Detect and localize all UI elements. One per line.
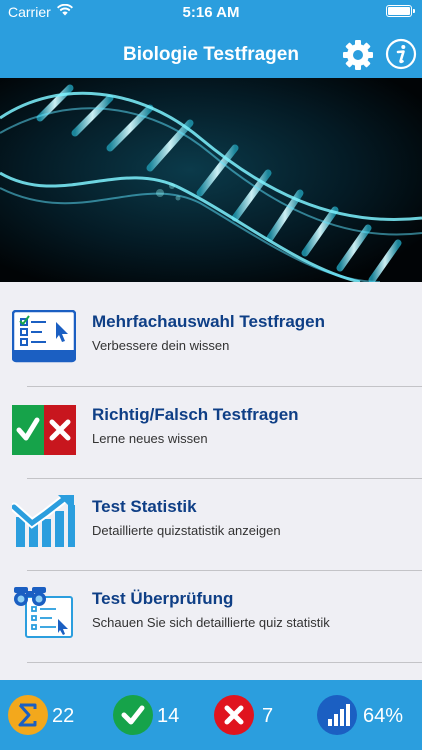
- menu-item-title: Mehrfachauswahl Testfragen: [92, 312, 326, 331]
- battery-icon: [386, 5, 415, 17]
- menu-item-title: Test Überprüfung: [92, 589, 234, 608]
- top-bar: Carrier 5:16 AM Biologie Testfragen: [0, 0, 422, 78]
- info-icon[interactable]: [385, 38, 417, 70]
- menu-item-subtitle: Detaillierte quizstatistik anzeigen: [92, 523, 281, 538]
- review-binoculars-icon: [14, 587, 73, 638]
- true-false-icon: [12, 405, 76, 455]
- menu-item-multiple-choice[interactable]: Mehrfachauswahl Testfragen Verbessere de…: [0, 282, 422, 374]
- divider: [27, 662, 422, 663]
- menu-item-review[interactable]: Test Überprüfung Schauen Sie sich detail…: [0, 571, 422, 663]
- menu-item-title: Test Statistik: [92, 497, 197, 516]
- stat-total-value: 22: [52, 705, 75, 727]
- dna-helix-icon: [0, 78, 422, 282]
- hero-dna-image: [0, 78, 422, 282]
- gear-icon[interactable]: [341, 38, 375, 72]
- check-icon: [113, 695, 153, 735]
- multiple-choice-icon: [12, 310, 76, 363]
- cross-icon: [214, 695, 254, 735]
- status-bar: Carrier 5:16 AM: [0, 0, 422, 24]
- stat-correct-value: 14: [157, 705, 180, 727]
- menu-item-subtitle: Schauen Sie sich detaillierte quiz stati…: [92, 615, 330, 630]
- menu-item-subtitle: Verbessere dein wissen: [92, 338, 230, 353]
- stats-bar: 22 14 7 64%: [0, 680, 422, 750]
- menu-item-statistics[interactable]: Test Statistik Detaillierte quizstatisti…: [0, 479, 422, 571]
- statistics-chart-icon: [12, 494, 75, 547]
- bar-chart-icon: [317, 695, 357, 735]
- sum-icon: [8, 695, 48, 735]
- stat-wrong-value: 7: [262, 705, 274, 727]
- menu-item-true-false[interactable]: Richtig/Falsch Testfragen Lerne neues wi…: [0, 387, 422, 479]
- status-time: 5:16 AM: [182, 4, 240, 21]
- stat-percent-value: 64%: [363, 705, 404, 727]
- menu-item-title: Richtig/Falsch Testfragen: [92, 405, 299, 424]
- menu-item-subtitle: Lerne neues wissen: [92, 431, 208, 446]
